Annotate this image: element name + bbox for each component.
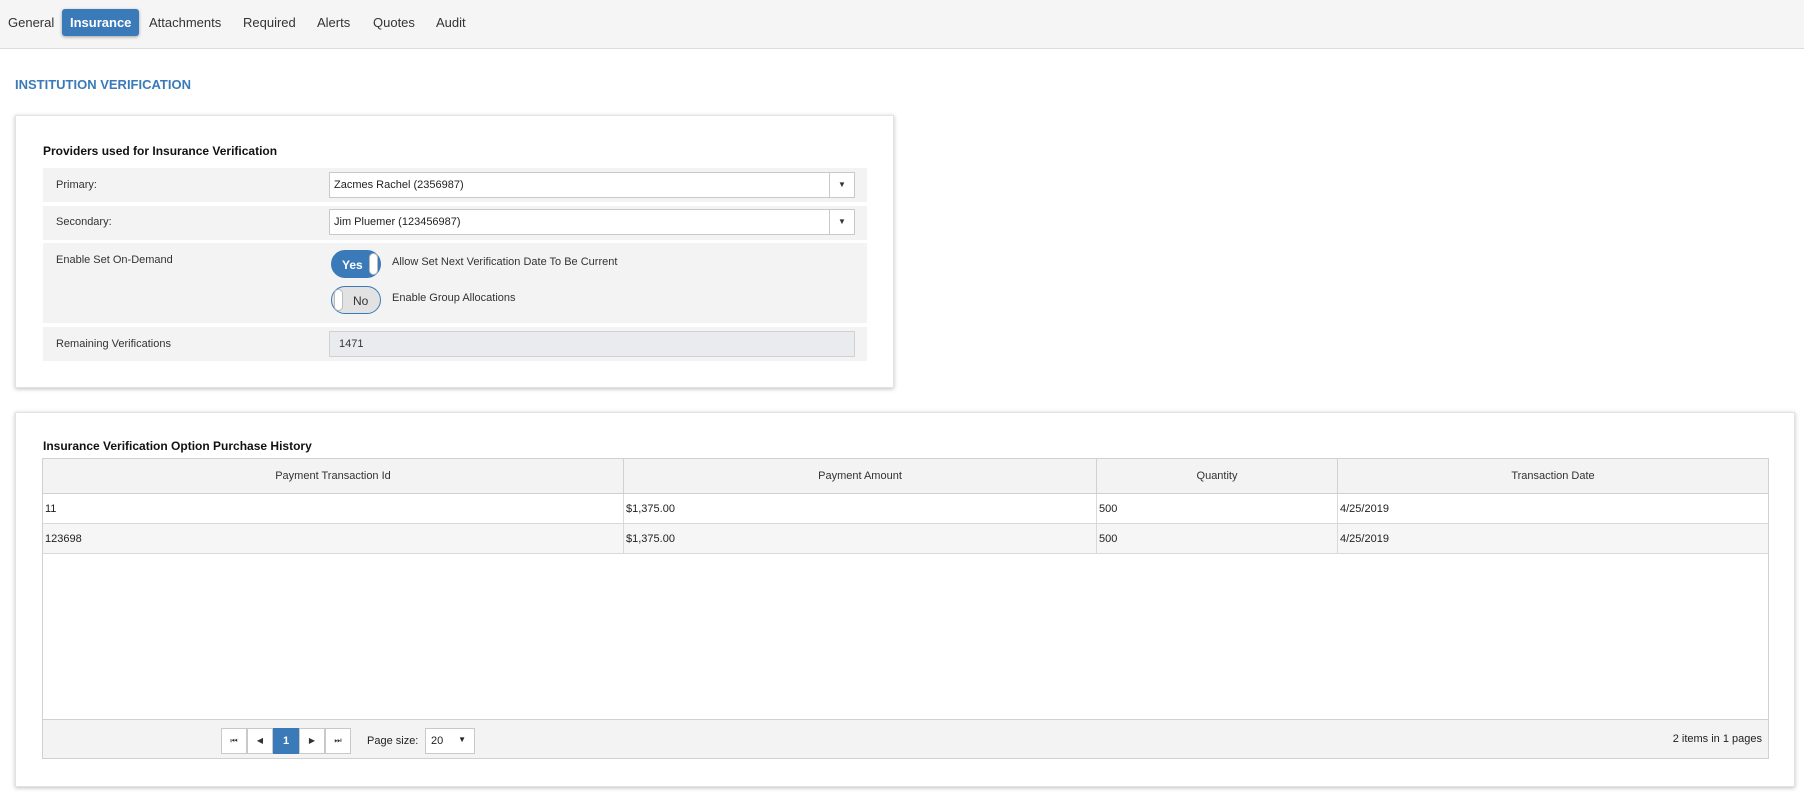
page-size-label: Page size: <box>367 735 419 747</box>
secondary-select[interactable]: Jim Pluemer (123456987) ▼ <box>329 209 855 235</box>
table-cell: 123698 <box>43 524 624 554</box>
table-cell: 4/25/2019 <box>1340 533 1389 545</box>
tab-attachments[interactable]: Attachments <box>141 9 229 36</box>
remaining-value: 1471 <box>339 338 364 350</box>
first-page-icon[interactable]: ⏮ <box>221 728 247 754</box>
table-row[interactable]: 123698 $1,375.00 500 4/25/2019 <box>43 524 1768 554</box>
toggle-state-label: Yes <box>342 258 363 272</box>
group-allocations-label: Enable Group Allocations <box>392 292 516 304</box>
providers-title: Providers used for Insurance Verificatio… <box>43 144 278 158</box>
enable-label: Enable Set On-Demand <box>56 254 173 266</box>
table-row[interactable]: 11 $1,375.00 500 4/25/2019 <box>43 494 1768 524</box>
toggle-knob <box>369 253 378 275</box>
column-header[interactable]: Transaction Date <box>1338 459 1768 494</box>
column-header[interactable]: Quantity <box>1097 459 1338 494</box>
primary-row: Primary: Zacmes Rachel (2356987) ▼ <box>43 168 867 202</box>
secondary-value: Jim Pluemer (123456987) <box>334 216 461 228</box>
page-1-button[interactable]: 1 <box>273 728 299 754</box>
table-cell: 500 <box>1097 524 1338 554</box>
primary-select[interactable]: Zacmes Rachel (2356987) ▼ <box>329 172 855 198</box>
table-cell: 4/25/2019 <box>1340 503 1389 515</box>
pager: ⏮ ◀ 1 ▶ ⏭ Page size: 20 ▼ 2 items in 1 p… <box>43 719 1768 758</box>
remaining-label: Remaining Verifications <box>56 338 171 350</box>
providers-card: Providers used for Insurance Verificatio… <box>15 115 894 388</box>
history-title: Insurance Verification Option Purchase H… <box>43 439 312 453</box>
tab-insurance[interactable]: Insurance <box>62 9 140 36</box>
tab-required[interactable]: Required <box>235 9 304 36</box>
toggle-knob <box>334 289 343 311</box>
prev-page-icon[interactable]: ◀ <box>247 728 273 754</box>
secondary-row: Secondary: Jim Pluemer (123456987) ▼ <box>43 206 867 240</box>
group-allocations-toggle[interactable]: No <box>331 286 381 314</box>
table-cell: $1,375.00 <box>624 494 1097 524</box>
remaining-field: 1471 <box>329 331 855 357</box>
toggle-state-label: No <box>353 294 369 308</box>
next-page-icon[interactable]: ▶ <box>299 728 325 754</box>
chevron-down-icon[interactable]: ▼ <box>829 173 854 197</box>
history-grid: Payment Transaction Id Payment Amount Qu… <box>42 458 1769 759</box>
remaining-row: Remaining Verifications 1471 <box>43 327 867 361</box>
enable-row: Enable Set On-Demand Yes Allow Set Next … <box>43 243 867 323</box>
tab-audit[interactable]: Audit <box>428 9 474 36</box>
page-size-value: 20 <box>431 735 444 747</box>
last-page-icon[interactable]: ⏭ <box>325 728 351 754</box>
tab-bar: General Insurance Attachments Required A… <box>0 0 1804 49</box>
table-cell: 500 <box>1097 494 1338 524</box>
chevron-down-icon[interactable]: ▼ <box>458 735 466 744</box>
chevron-down-icon[interactable]: ▼ <box>829 210 854 234</box>
table-cell: 11 <box>43 494 624 524</box>
tab-general[interactable]: General <box>0 9 62 36</box>
tab-alerts[interactable]: Alerts <box>309 9 358 36</box>
secondary-label: Secondary: <box>56 216 112 228</box>
primary-value: Zacmes Rachel (2356987) <box>334 179 464 191</box>
allow-next-date-toggle[interactable]: Yes <box>331 250 381 278</box>
section-title: INSTITUTION VERIFICATION <box>15 77 191 92</box>
primary-label: Primary: <box>56 179 97 191</box>
table-cell: $1,375.00 <box>624 524 1097 554</box>
allow-next-date-label: Allow Set Next Verification Date To Be C… <box>392 256 618 268</box>
pager-summary: 2 items in 1 pages <box>1672 733 1762 745</box>
column-header[interactable]: Payment Amount <box>624 459 1097 494</box>
column-header[interactable]: Payment Transaction Id <box>43 459 624 494</box>
page-size-select[interactable]: 20 ▼ <box>425 728 475 754</box>
tab-quotes[interactable]: Quotes <box>365 9 423 36</box>
